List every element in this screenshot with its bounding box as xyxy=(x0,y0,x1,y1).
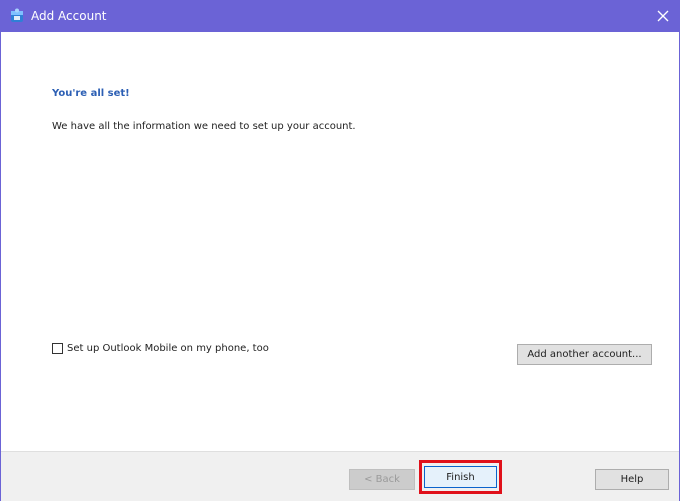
help-button[interactable]: Help xyxy=(595,469,669,490)
finish-button[interactable]: Finish xyxy=(424,466,497,488)
outlook-mobile-label: Set up Outlook Mobile on my phone, too xyxy=(67,343,269,354)
success-heading: You're all set! xyxy=(52,88,130,99)
add-another-account-button[interactable]: Add another account... xyxy=(517,344,652,365)
add-account-dialog: Add Account You're all set! We have all … xyxy=(0,0,680,501)
dialog-footer: < Back Help xyxy=(1,451,679,501)
dialog-content: You're all set! We have all the informat… xyxy=(1,32,679,451)
outlook-icon xyxy=(9,8,25,24)
close-button[interactable] xyxy=(647,1,679,32)
outlook-mobile-option[interactable]: Set up Outlook Mobile on my phone, too xyxy=(52,343,269,354)
outlook-mobile-checkbox[interactable] xyxy=(52,343,63,354)
title-bar: Add Account xyxy=(1,1,679,32)
close-icon xyxy=(657,7,669,26)
window-title: Add Account xyxy=(31,9,107,23)
back-button[interactable]: < Back xyxy=(349,469,415,490)
info-text: We have all the information we need to s… xyxy=(52,121,356,132)
